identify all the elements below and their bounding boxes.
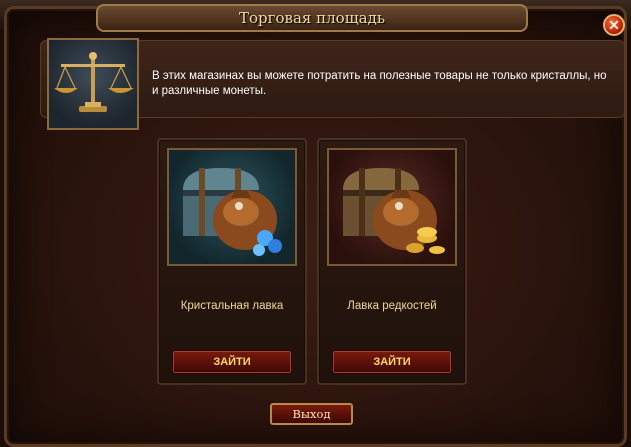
enter-rarities-shop-button[interactable]: ЗАЙТИ bbox=[332, 350, 452, 374]
close-button[interactable]: ✕ bbox=[603, 14, 625, 36]
info-text: В этих магазинах вы можете потратить на … bbox=[152, 70, 607, 97]
exit-button[interactable]: Выход bbox=[270, 403, 353, 425]
shop-label-rarities: Лавка редкостей bbox=[347, 300, 437, 312]
crystal-chest-icon bbox=[167, 148, 297, 266]
shop-card-crystal: Кристальная лавка ЗАЙТИ bbox=[157, 138, 307, 385]
scales-icon bbox=[47, 38, 139, 130]
close-icon: ✕ bbox=[608, 17, 620, 33]
window-title: Торговая площадь bbox=[239, 9, 385, 27]
title-bar: Торговая площадь bbox=[96, 4, 528, 32]
shop-label-crystal: Кристальная лавка bbox=[180, 300, 284, 312]
coin-chest-icon bbox=[327, 148, 457, 266]
shop-card-rarities: Лавка редкостей ЗАЙТИ bbox=[317, 138, 467, 385]
enter-crystal-shop-button[interactable]: ЗАЙТИ bbox=[172, 350, 292, 374]
